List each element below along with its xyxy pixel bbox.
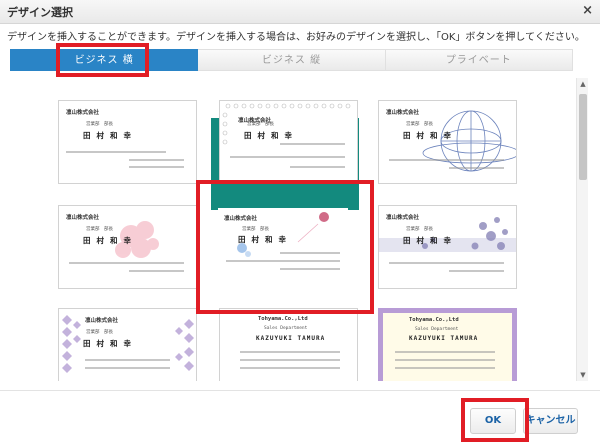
scroll-up-arrow-icon[interactable]: ▲ bbox=[577, 78, 588, 90]
annotation-highlight-ok bbox=[461, 398, 529, 442]
card-name: 田村和幸 bbox=[83, 339, 137, 348]
card-dept: Sales Department bbox=[415, 327, 459, 332]
footer-divider bbox=[0, 390, 600, 391]
dialog-title: デザイン選択 bbox=[7, 6, 73, 19]
card-company: 凛山株式会社 bbox=[386, 215, 420, 221]
design-card[interactable]: 凛山株式会社 営業部 部長 田村和幸 bbox=[219, 100, 358, 184]
card-detail-line bbox=[280, 143, 345, 145]
scroll-down-arrow-icon[interactable]: ▼ bbox=[577, 369, 588, 381]
card-company: Tohyama.Co.,Ltd bbox=[258, 316, 308, 322]
cancel-button[interactable]: キャンセル bbox=[523, 408, 578, 434]
card-company: 凛山株式会社 bbox=[386, 110, 420, 116]
card-detail-line bbox=[240, 351, 340, 353]
instruction-text: デザインを挿入することができます。デザインを挿入する場合は、お好みのデザインを選… bbox=[7, 32, 585, 43]
card-detail-line bbox=[395, 359, 495, 361]
card-dept: 営業部 部長 bbox=[406, 122, 433, 127]
card-detail-line bbox=[129, 159, 184, 161]
card-company: 凛山株式会社 bbox=[66, 215, 100, 221]
card-name: 田村和幸 bbox=[244, 131, 298, 140]
card-detail-line bbox=[389, 159, 504, 161]
card-dept: 営業部 部長 bbox=[86, 330, 113, 335]
card-name: 田村和幸 bbox=[403, 131, 457, 140]
dialog-titlebar: デザイン選択 × bbox=[0, 0, 600, 24]
card-detail-line bbox=[69, 262, 184, 264]
card-name: 田村和幸 bbox=[83, 131, 137, 140]
design-card[interactable]: 凛山株式会社 営業部 部長 田村和幸 bbox=[378, 205, 517, 289]
card-name: KAZUYUKI TAMURA bbox=[256, 335, 326, 342]
card-detail-line bbox=[449, 167, 504, 169]
design-card[interactable]: Tohyama.Co.,Ltd Sales Department KAZUYUK… bbox=[219, 308, 358, 381]
design-card[interactable]: 凛山株式会社 営業部 部長 田村和幸 bbox=[378, 100, 517, 184]
scrollbar-thumb[interactable] bbox=[579, 94, 587, 180]
card-detail-line bbox=[85, 359, 170, 361]
card-detail-line bbox=[389, 262, 504, 264]
card-detail-line bbox=[129, 166, 184, 168]
design-list-scrollbar[interactable]: ▲ ▼ bbox=[576, 78, 588, 381]
card-detail-line bbox=[395, 351, 495, 353]
card-detail-line bbox=[240, 367, 340, 369]
card-name: KAZUYUKI TAMURA bbox=[409, 335, 479, 342]
card-detail-line bbox=[449, 270, 504, 272]
card-company: 凛山株式会社 bbox=[85, 318, 119, 324]
design-card[interactable]: 凛山株式会社 営業部 部長 田村和幸 bbox=[58, 100, 197, 184]
card-dept: Sales Department bbox=[264, 326, 308, 331]
tab-private[interactable]: プライベート bbox=[385, 49, 573, 71]
card-detail-line bbox=[230, 156, 345, 158]
card-detail-line bbox=[85, 367, 170, 369]
annotation-highlight-tab bbox=[56, 43, 149, 77]
card-name: 田村和幸 bbox=[83, 236, 137, 245]
annotation-highlight-selection bbox=[196, 180, 374, 314]
card-detail-line bbox=[290, 166, 345, 168]
design-card[interactable]: Tohyama.Co.,Ltd Sales Department KAZUYUK… bbox=[378, 308, 517, 381]
design-card[interactable]: 凛山株式会社 営業部 部長 田村和幸 bbox=[58, 205, 197, 289]
card-dept: 営業部 部長 bbox=[86, 122, 113, 127]
card-dept: 営業部 部長 bbox=[86, 227, 113, 232]
card-dept: 営業部 部長 bbox=[247, 122, 274, 127]
tab-business-vertical[interactable]: ビジネス 縦 bbox=[198, 49, 386, 71]
close-icon[interactable]: × bbox=[582, 3, 593, 18]
card-detail-line bbox=[395, 367, 495, 369]
card-name: 田村和幸 bbox=[403, 236, 457, 245]
card-company: 凛山株式会社 bbox=[66, 110, 100, 116]
card-detail-line bbox=[66, 151, 166, 153]
card-company: Tohyama.Co.,Ltd bbox=[409, 317, 459, 323]
card-detail-line bbox=[129, 270, 184, 272]
card-detail-line bbox=[240, 359, 340, 361]
card-dept: 営業部 部長 bbox=[406, 227, 433, 232]
design-card[interactable]: 凛山株式会社 営業部 部長 田村和幸 bbox=[58, 308, 197, 381]
